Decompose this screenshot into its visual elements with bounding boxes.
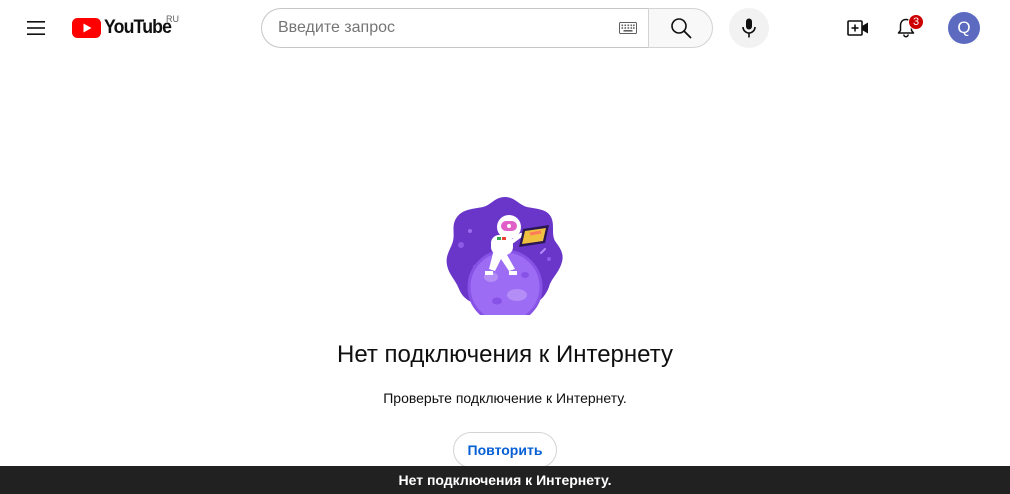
- search-bar: [261, 8, 713, 48]
- microphone-icon: [742, 18, 756, 38]
- logo-wordmark: YouTube: [104, 17, 172, 38]
- retry-button[interactable]: Повторить: [453, 432, 557, 468]
- notification-count-badge: 3: [908, 14, 924, 30]
- search-field: [261, 8, 648, 48]
- create-video-icon: [847, 20, 868, 36]
- voice-search-button[interactable]: [729, 8, 769, 48]
- top-bar: YouTube RU Введите запрос 3 Q: [0, 0, 1010, 56]
- offline-astronaut-illustration: [445, 195, 565, 325]
- keyboard-icon[interactable]: [618, 21, 638, 35]
- page-title: Нет подключения к Интернету: [337, 341, 673, 368]
- youtube-logo[interactable]: YouTube: [72, 14, 176, 42]
- create-button[interactable]: [838, 8, 878, 48]
- notifications-button[interactable]: 3: [886, 8, 926, 48]
- search-icon: [670, 18, 691, 39]
- menu-button[interactable]: [16, 8, 56, 48]
- search-input[interactable]: [278, 19, 618, 37]
- error-message: Проверьте подключение к Интернету.: [383, 390, 627, 406]
- avatar[interactable]: Q: [948, 12, 980, 44]
- hamburger-menu-icon: [27, 21, 45, 35]
- youtube-play-logo-icon: [72, 18, 101, 38]
- offline-snackbar: Нет подключения к Интернету.: [0, 466, 1010, 494]
- country-code: RU: [166, 14, 179, 24]
- search-button[interactable]: [648, 8, 713, 48]
